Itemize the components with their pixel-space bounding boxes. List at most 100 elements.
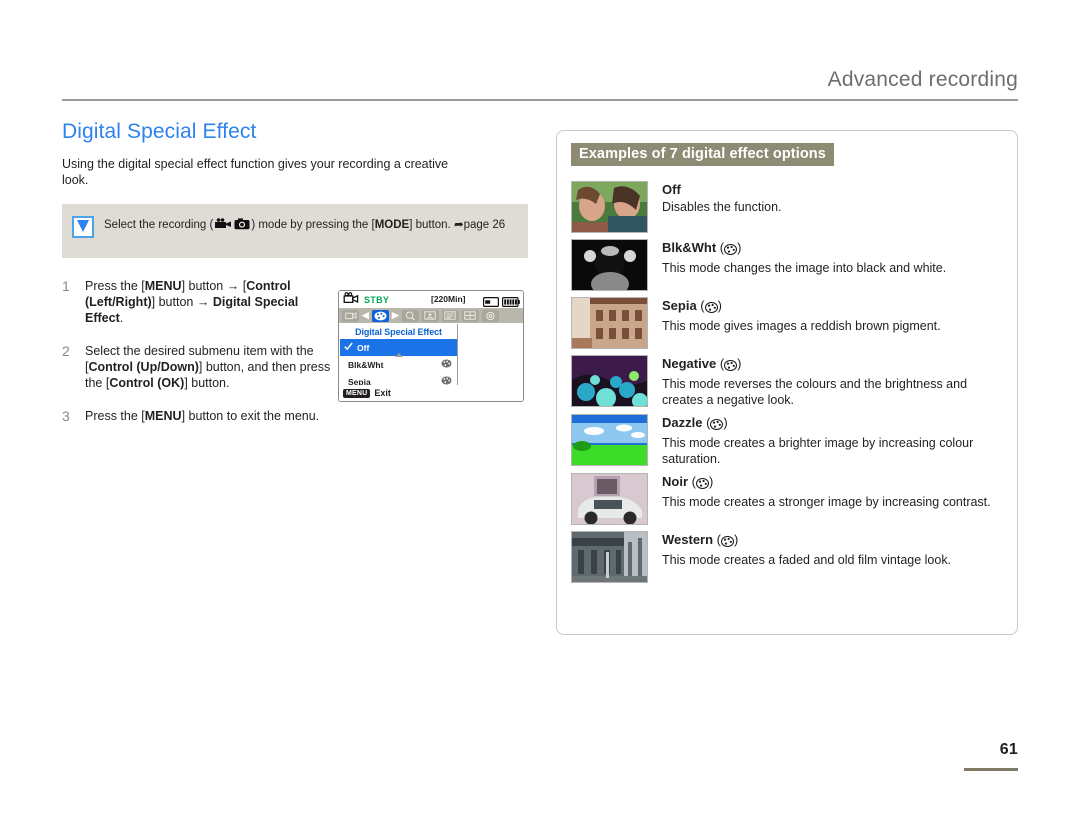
step-number: 3 <box>62 408 70 424</box>
effect-palette-icon: () <box>716 356 742 372</box>
step-item: 3 Press the [MENU] button to exit the me… <box>62 408 332 424</box>
lcd-menu-title: Digital Special Effect <box>355 327 442 337</box>
note-text-mid: ) mode by pressing the [ <box>251 219 375 231</box>
bw-portrait-thumbnail <box>571 239 648 291</box>
camcorder-mode-icon <box>343 291 359 309</box>
portrait-tab-icon[interactable] <box>421 309 439 322</box>
effect-palette-icon: () <box>702 415 728 431</box>
effects-list: Off Disables the function. Blk&Wht () This… <box>571 181 1003 589</box>
effect-description: This mode creates a stronger image by in… <box>662 495 991 509</box>
manual-page: Advanced recording Digital Special Effec… <box>0 0 1080 825</box>
noir-car-thumbnail <box>571 473 648 525</box>
note-text-before: Select the recording ( <box>104 219 214 231</box>
note-page-ref: page 26 <box>463 219 506 231</box>
blkwht-palette-icon <box>441 359 452 370</box>
effect-description: This mode gives images a reddish brown p… <box>662 319 941 333</box>
list-tab-icon[interactable] <box>441 309 459 322</box>
lcd-remaining-time: [220Min] <box>431 294 466 304</box>
lcd-tab-bar: ◀ ▶ <box>339 308 523 323</box>
effect-name: Noir () <box>662 474 991 493</box>
step-text: Select the desired submenu item with the… <box>85 344 331 390</box>
effect-description: This mode changes the image into black a… <box>662 261 947 275</box>
tab-prev-caret-icon[interactable]: ◀ <box>362 311 369 320</box>
effect-description: This mode creates a brighter image by in… <box>662 436 974 466</box>
effect-body: Dazzle () This mode creates a brighter im… <box>662 414 1002 467</box>
page-section-header: Advanced recording <box>827 68 1018 91</box>
effect-name: Western () <box>662 532 951 551</box>
effect-palette-icon: () <box>716 240 742 256</box>
magnifier-tab-icon[interactable] <box>401 309 419 322</box>
effect-name-label: Dazzle <box>662 415 703 430</box>
menu-key-badge[interactable]: MENU <box>343 388 371 398</box>
effect-item: Western () This mode creates a faded and … <box>571 531 1003 583</box>
photo-camera-icon <box>234 218 250 234</box>
check-icon <box>344 342 353 353</box>
grid-tab-icon[interactable] <box>461 309 479 322</box>
settings-tab-icon[interactable] <box>481 309 499 322</box>
effect-item: Blk&Wht () This mode changes the image in… <box>571 239 1003 291</box>
palette-tab-icon[interactable] <box>371 309 389 322</box>
effect-body: Noir () This mode creates a stronger imag… <box>662 473 991 525</box>
lcd-menu-item-label: Blk&Wht <box>348 359 384 370</box>
effect-item: Dazzle () This mode creates a brighter im… <box>571 414 1003 467</box>
effect-body: Off Disables the function. <box>662 181 782 233</box>
camcorder-lcd-mockup: STBY [220Min] ◀ ▶ Digital Special Effect… <box>338 290 524 402</box>
effect-name-label: Off <box>662 182 681 197</box>
page-number-rule <box>964 768 1018 771</box>
lcd-menu-item-label: Off <box>357 342 370 353</box>
step-item: 2 Select the desired submenu item with t… <box>62 343 332 391</box>
effect-item: Off Disables the function. <box>571 181 1003 233</box>
lcd-status-bar: STBY [220Min] <box>339 291 523 308</box>
effect-description: This mode reverses the colours and the b… <box>662 377 968 407</box>
effect-description: Disables the function. <box>662 200 782 214</box>
header-divider <box>62 99 1018 101</box>
effect-palette-icon: () <box>696 298 722 314</box>
step-item: 1 Press the [MENU] button → [Control (Le… <box>62 278 332 326</box>
page-ref-arrow: ➦ <box>453 217 464 231</box>
page-title: Digital Special Effect <box>62 120 257 143</box>
mode-button-label: MODE <box>374 219 410 231</box>
step-number: 1 <box>62 278 70 294</box>
negative-flowers-thumbnail <box>571 355 648 407</box>
lcd-submenu-panel: Digital Special Effect Off Blk&Wht Sepia <box>340 324 458 391</box>
effect-body: Negative () This mode reverses the colour… <box>662 355 1002 408</box>
effect-palette-icon: () <box>688 474 714 490</box>
effect-name: Blk&Wht () <box>662 240 946 259</box>
note-text: Select the recording ( ) mode by pressing… <box>104 216 505 234</box>
tab-next-caret-icon[interactable]: ▶ <box>392 311 399 320</box>
step-text: Press the [MENU] button to exit the menu… <box>85 409 320 423</box>
lcd-menu-item-blkwht[interactable]: Blk&Wht <box>340 356 457 373</box>
effect-item: Sepia () This mode gives images a reddish… <box>571 297 1003 349</box>
dazzle-landscape-thumbnail <box>571 414 648 466</box>
effect-item: Negative () This mode reverses the colour… <box>571 355 1003 408</box>
effect-body: Sepia () This mode gives images a reddish… <box>662 297 941 349</box>
effect-name-label: Negative <box>662 356 717 371</box>
effect-palette-icon: () <box>713 532 739 548</box>
western-street-thumbnail <box>571 531 648 583</box>
page-number: 61 <box>999 741 1018 758</box>
lcd-bottom-bar: MENU Exit <box>339 385 523 401</box>
lcd-menu-item-off[interactable]: Off <box>340 339 457 357</box>
lcd-status-text: STBY <box>364 294 390 305</box>
effect-description: This mode creates a faded and old film v… <box>662 553 952 567</box>
effect-name: Sepia () <box>662 298 941 317</box>
sepia-building-thumbnail <box>571 297 648 349</box>
note-box: Select the recording ( ) mode by pressing… <box>62 204 528 258</box>
effect-name-label: Blk&Wht <box>662 240 717 255</box>
checkmark-icon <box>72 216 94 238</box>
effect-body: Blk&Wht () This mode changes the image in… <box>662 239 946 291</box>
children-photo-thumbnail <box>571 181 648 233</box>
steps-list: 1 Press the [MENU] button → [Control (Le… <box>62 278 332 424</box>
step-text: Press the [MENU] button → [Control (Left… <box>85 279 299 325</box>
effect-name: Negative () <box>662 356 1002 375</box>
effect-name: Off <box>662 182 782 198</box>
examples-panel: Examples of 7 digital effect options Off… <box>556 130 1018 635</box>
effect-item: Noir () This mode creates a stronger imag… <box>571 473 1003 525</box>
lcd-exit-label: Exit <box>374 388 391 398</box>
effect-name: Dazzle () <box>662 415 1002 434</box>
note-text-after: ] button. <box>409 219 451 231</box>
step-number: 2 <box>62 343 70 359</box>
intro-paragraph: Using the digital special effect functio… <box>62 157 449 187</box>
camera-tab-icon[interactable] <box>342 309 359 322</box>
effect-body: Western () This mode creates a faded and … <box>662 531 951 583</box>
